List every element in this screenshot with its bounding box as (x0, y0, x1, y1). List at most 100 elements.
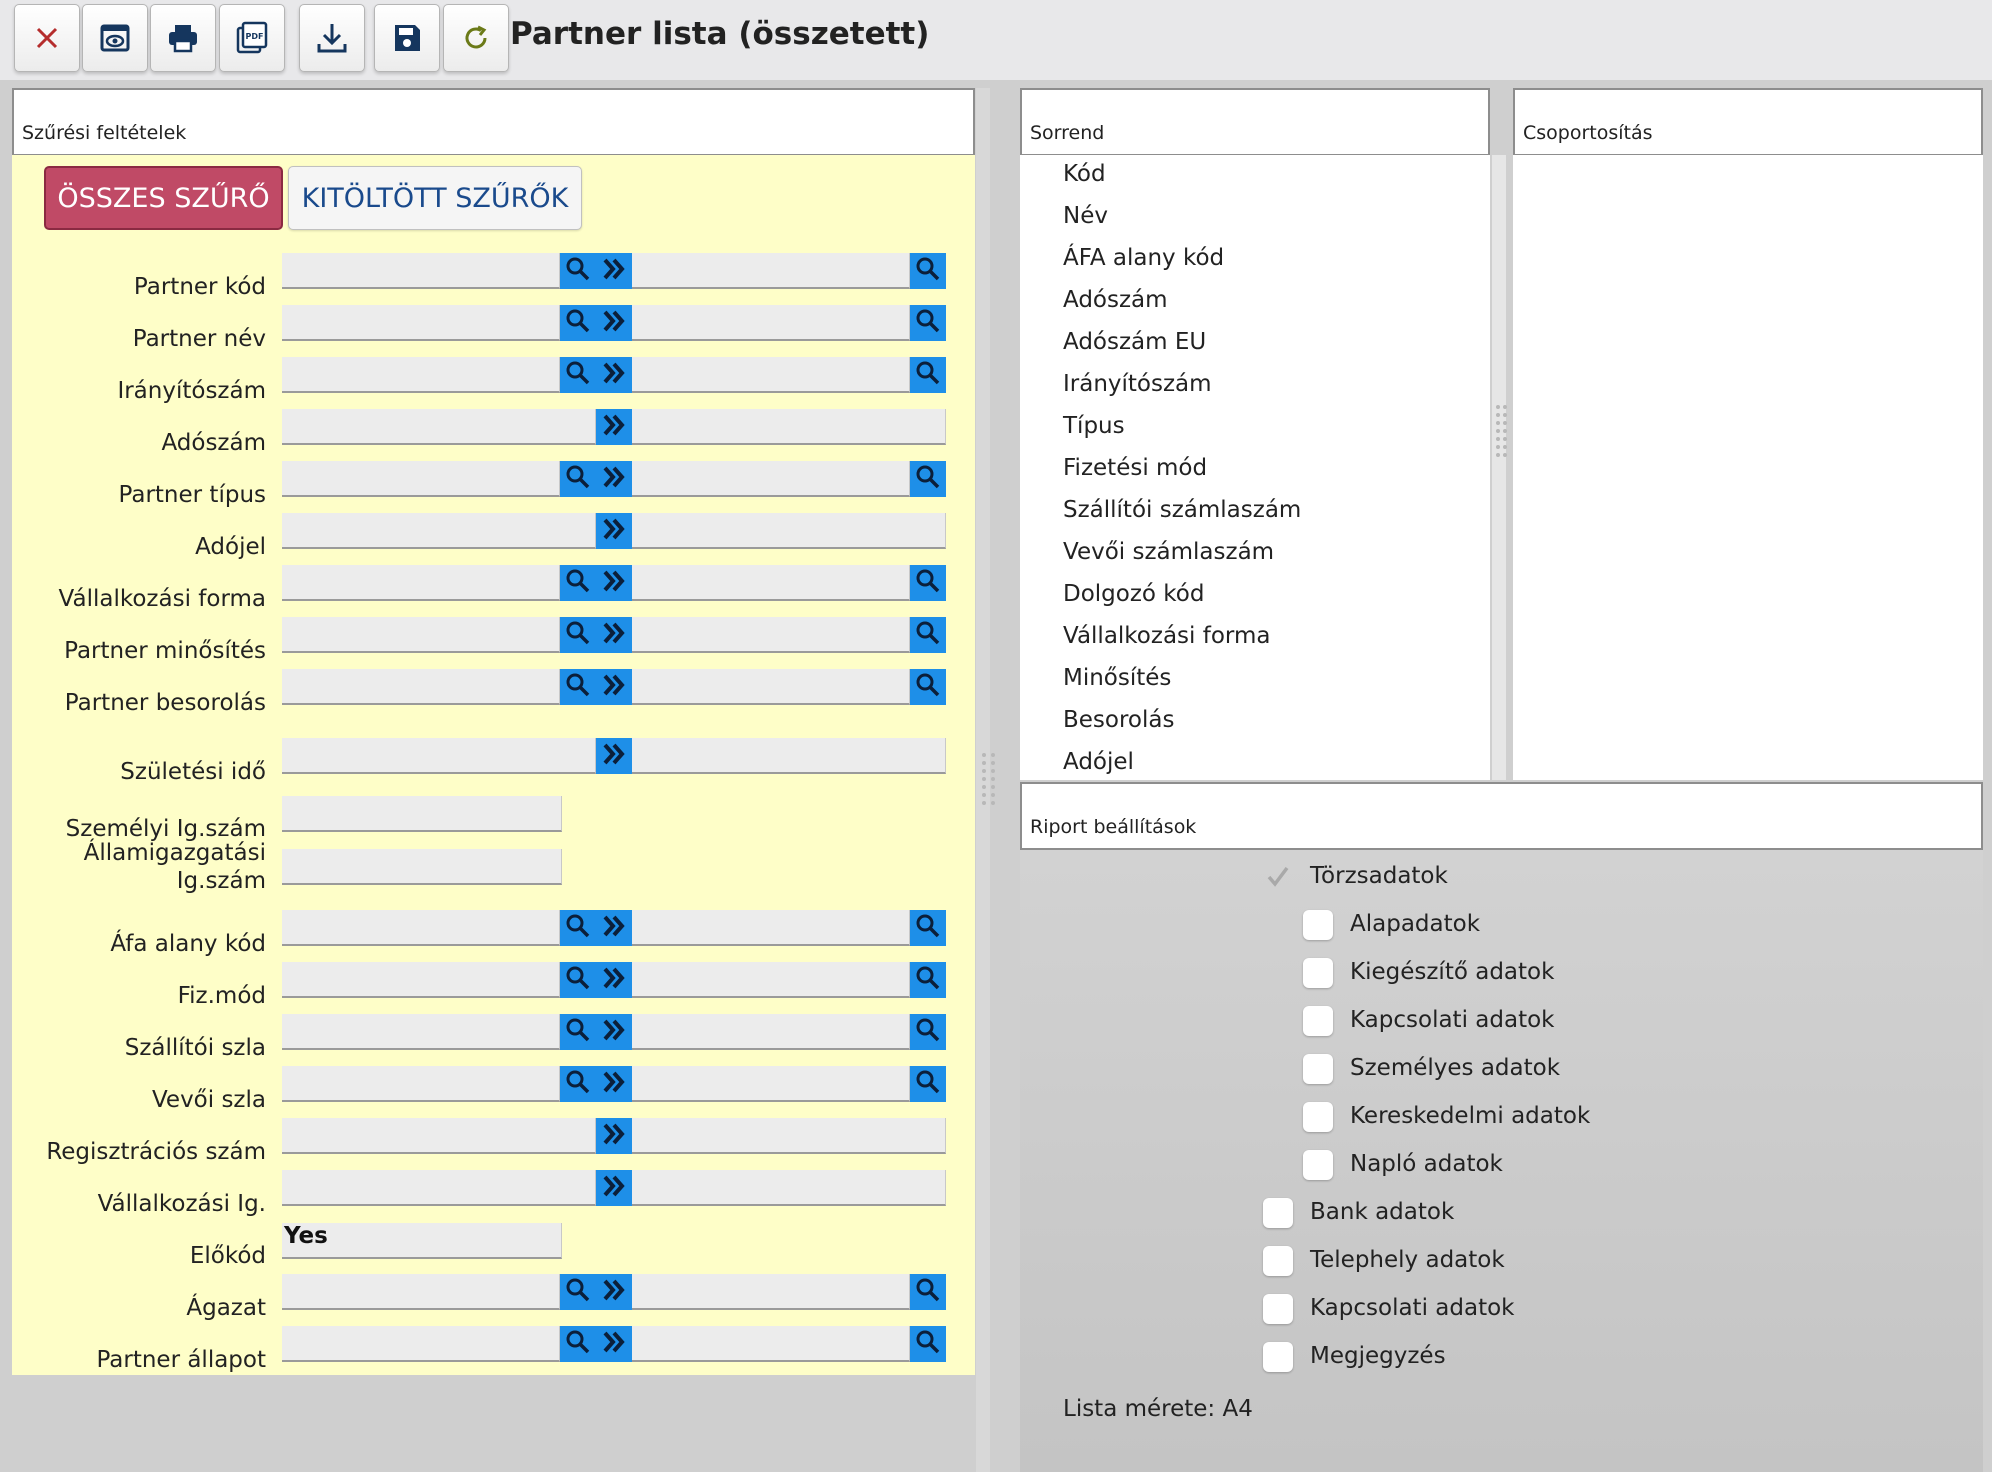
search-button[interactable] (560, 461, 596, 497)
filter-to-input[interactable] (632, 1274, 910, 1310)
search-button[interactable] (910, 461, 946, 497)
filter-from-input[interactable] (282, 617, 560, 653)
filter-from-input[interactable] (282, 1326, 560, 1362)
filter-from-input[interactable] (282, 409, 596, 445)
sort-item[interactable]: Típus (1063, 413, 1125, 439)
filter-to-input[interactable] (632, 1118, 946, 1154)
search-button[interactable] (910, 910, 946, 946)
copy-range-button[interactable] (596, 409, 632, 445)
copy-range-button[interactable] (596, 738, 632, 774)
print-button[interactable] (150, 4, 216, 72)
search-button[interactable] (910, 617, 946, 653)
checkbox[interactable] (1303, 910, 1333, 940)
filter-to-input[interactable] (632, 409, 946, 445)
copy-range-button[interactable] (596, 565, 632, 601)
sort-item[interactable]: Kód (1063, 161, 1106, 187)
copy-range-button[interactable] (596, 461, 632, 497)
filter-from-input[interactable] (282, 461, 560, 497)
copy-range-button[interactable] (596, 1326, 632, 1362)
filter-from-input[interactable] (282, 565, 560, 601)
copy-range-button[interactable] (596, 617, 632, 653)
search-button[interactable] (910, 305, 946, 341)
filter-from-input[interactable] (282, 1014, 560, 1050)
filter-from-input[interactable] (282, 1066, 560, 1102)
copy-range-button[interactable] (596, 1274, 632, 1310)
filter-to-input[interactable] (632, 962, 910, 998)
search-button[interactable] (560, 565, 596, 601)
filter-from-input[interactable] (282, 1274, 560, 1310)
sort-item[interactable]: Név (1063, 203, 1108, 229)
all-filters-button[interactable]: ÖSSZES SZŰRŐ (44, 166, 283, 230)
search-button[interactable] (910, 253, 946, 289)
checkbox[interactable] (1303, 1054, 1333, 1084)
search-button[interactable] (910, 962, 946, 998)
search-button[interactable] (560, 1274, 596, 1310)
checkbox[interactable] (1263, 1246, 1293, 1276)
sort-item[interactable]: Vevői számlaszám (1063, 539, 1274, 565)
search-button[interactable] (560, 617, 596, 653)
copy-range-button[interactable] (596, 305, 632, 341)
sort-item[interactable]: Adójel (1063, 749, 1134, 775)
copy-range-button[interactable] (596, 357, 632, 393)
filter-from-input[interactable] (282, 669, 560, 705)
search-button[interactable] (560, 910, 596, 946)
copy-range-button[interactable] (596, 1170, 632, 1206)
filter-from-input[interactable] (282, 305, 560, 341)
sort-item[interactable]: Vállalkozási forma (1063, 623, 1270, 649)
copy-range-button[interactable] (596, 962, 632, 998)
filter-from-input[interactable] (282, 910, 560, 946)
filter-to-input[interactable] (632, 669, 910, 705)
filter-to-input[interactable] (632, 1326, 910, 1362)
copy-range-button[interactable] (596, 910, 632, 946)
copy-range-button[interactable] (596, 1118, 632, 1154)
copy-range-button[interactable] (596, 253, 632, 289)
filter-from-input[interactable] (282, 1170, 596, 1206)
filter-to-input[interactable] (632, 357, 910, 393)
filter-to-input[interactable] (632, 1014, 910, 1050)
search-button[interactable] (910, 1326, 946, 1362)
search-button[interactable] (560, 253, 596, 289)
checkbox[interactable] (1263, 1342, 1293, 1372)
sort-item[interactable]: Irányítószám (1063, 371, 1212, 397)
sort-item[interactable]: ÁFA alany kód (1063, 245, 1224, 271)
search-button[interactable] (910, 357, 946, 393)
preview-button[interactable] (82, 4, 148, 72)
copy-range-button[interactable] (596, 1066, 632, 1102)
filter-to-input[interactable] (632, 1066, 910, 1102)
sort-item[interactable]: Szállítói számlaszám (1063, 497, 1301, 523)
filter-from-input[interactable] (282, 1118, 596, 1154)
checkbox[interactable] (1303, 1150, 1333, 1180)
filter-from-input[interactable] (282, 513, 596, 549)
filter-to-input[interactable] (632, 513, 946, 549)
copy-range-button[interactable] (596, 1014, 632, 1050)
sort-item[interactable]: Adószám (1063, 287, 1168, 313)
filter-to-input[interactable] (632, 738, 946, 774)
filter-to-input[interactable] (632, 617, 910, 653)
filled-filters-button[interactable]: KITÖLTÖTT SZŰRŐK (288, 166, 582, 230)
copy-range-button[interactable] (596, 513, 632, 549)
search-button[interactable] (910, 1014, 946, 1050)
search-button[interactable] (910, 1066, 946, 1102)
search-button[interactable] (910, 565, 946, 601)
refresh-button[interactable] (443, 4, 509, 72)
search-button[interactable] (560, 305, 596, 341)
checkbox[interactable] (1303, 958, 1333, 988)
checkbox[interactable] (1303, 1102, 1333, 1132)
sort-item[interactable]: Adószám EU (1063, 329, 1206, 355)
sort-item[interactable]: Dolgozó kód (1063, 581, 1204, 607)
search-button[interactable] (560, 962, 596, 998)
sort-item[interactable]: Fizetési mód (1063, 455, 1207, 481)
filter-input[interactable]: Yes (282, 1223, 562, 1259)
sort-item[interactable]: Minősítés (1063, 665, 1171, 691)
sort-group-splitter[interactable] (1492, 155, 1506, 780)
filter-from-input[interactable] (282, 253, 560, 289)
filter-to-input[interactable] (632, 910, 910, 946)
close-button[interactable] (14, 4, 80, 72)
search-button[interactable] (560, 1066, 596, 1102)
filter-from-input[interactable] (282, 357, 560, 393)
filter-to-input[interactable] (632, 565, 910, 601)
search-button[interactable] (560, 1014, 596, 1050)
search-button[interactable] (560, 1326, 596, 1362)
download-button[interactable] (299, 4, 365, 72)
filter-from-input[interactable] (282, 738, 596, 774)
